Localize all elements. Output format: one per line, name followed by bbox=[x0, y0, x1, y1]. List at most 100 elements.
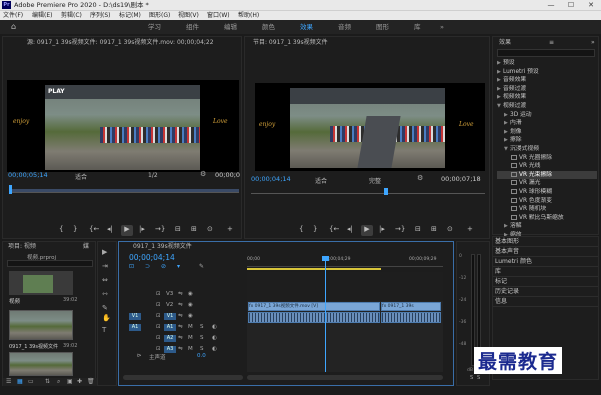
effects-tree-item[interactable]: VR 光线 bbox=[497, 162, 597, 171]
lock-icon[interactable]: ⊡ bbox=[156, 324, 161, 330]
master-value[interactable]: 0.0 bbox=[197, 353, 206, 359]
source-zoom-scrollbar[interactable] bbox=[9, 189, 239, 192]
effects-tree-item[interactable]: ▼ 沉浸式视频 bbox=[497, 145, 597, 154]
effects-tab[interactable]: 效果 bbox=[499, 38, 511, 48]
go-to-in-button[interactable]: {← bbox=[89, 225, 99, 233]
overwrite-button[interactable]: ⊞ bbox=[191, 225, 197, 233]
hand-tool-icon[interactable]: ✋ bbox=[102, 314, 111, 323]
track-target-a2[interactable]: A2 bbox=[164, 335, 176, 342]
workspace-tab-editing[interactable]: 编辑 bbox=[224, 20, 237, 34]
effects-tree-item[interactable]: ▶ 内滑 bbox=[497, 119, 597, 128]
workspace-tab-libraries[interactable]: 库 bbox=[414, 20, 421, 34]
workspace-tab-audio[interactable]: 音频 bbox=[338, 20, 351, 34]
section-essential-graphics[interactable]: 基本图形 bbox=[493, 237, 598, 247]
lock-icon[interactable]: ⊡ bbox=[156, 313, 161, 319]
program-playhead[interactable] bbox=[384, 188, 388, 195]
effects-tree-item[interactable]: ▶ 3D 运动 bbox=[497, 111, 597, 120]
project-item-name[interactable]: 视频 bbox=[9, 297, 20, 305]
step-back-button[interactable]: ◂| bbox=[347, 225, 353, 233]
program-monitor-tab[interactable]: 节目: 0917_1 39s视频文件 bbox=[253, 38, 328, 48]
section-lumetri-color[interactable]: Lumetri 颜色 bbox=[493, 257, 598, 267]
project-clip-thumb[interactable] bbox=[9, 310, 73, 340]
mark-in-button[interactable]: { bbox=[299, 225, 303, 233]
slip-tool-icon[interactable]: ⇿ bbox=[102, 290, 108, 299]
effects-tree-item[interactable]: VR 球形模糊 bbox=[497, 188, 597, 197]
wrench-icon[interactable]: ⚙ bbox=[417, 174, 423, 183]
linked-selection-icon[interactable]: ⊘ bbox=[161, 263, 166, 270]
mic-icon[interactable]: ◐ bbox=[212, 335, 217, 341]
workspace-tab-graphics[interactable]: 图形 bbox=[376, 20, 389, 34]
wrench-icon[interactable]: ⚙ bbox=[200, 170, 206, 179]
audio-clip-2[interactable] bbox=[381, 312, 441, 323]
step-back-button[interactable]: ◂| bbox=[107, 225, 113, 233]
snap-icon[interactable]: ⊃ bbox=[145, 263, 150, 270]
trash-icon[interactable]: 🗑 bbox=[87, 377, 95, 386]
solo-button[interactable]: S bbox=[200, 346, 204, 352]
mute-button[interactable]: M bbox=[188, 335, 193, 341]
sort-icon[interactable]: ⇅ bbox=[45, 377, 50, 386]
sync-lock-icon[interactable]: ⇋ bbox=[178, 335, 183, 341]
freeform-icon[interactable]: ▭ bbox=[28, 377, 34, 386]
effects-tree-item[interactable]: VR 随机块 bbox=[497, 205, 597, 214]
mark-in-button[interactable]: { bbox=[59, 225, 63, 233]
ripple-edit-tool-icon[interactable]: ⇔ bbox=[102, 276, 108, 285]
close-button[interactable]: ✕ bbox=[581, 0, 601, 10]
effects-tree-item[interactable]: VR 色度渐变 bbox=[497, 197, 597, 206]
mic-icon[interactable]: ◐ bbox=[212, 346, 217, 352]
effects-tree-item[interactable]: ▶ 溶解 bbox=[497, 222, 597, 231]
source-patch-v1[interactable]: V1 bbox=[129, 313, 141, 320]
mute-button[interactable]: M bbox=[188, 346, 193, 352]
workspace-tab-color[interactable]: 颜色 bbox=[262, 20, 275, 34]
program-time-ruler[interactable] bbox=[251, 187, 485, 194]
eye-icon[interactable]: ◉ bbox=[188, 302, 193, 308]
workspaces-more-icon[interactable]: » bbox=[440, 20, 444, 34]
workspace-tab-assembly[interactable]: 组件 bbox=[186, 20, 199, 34]
section-essential-sound[interactable]: 基本声音 bbox=[493, 247, 598, 257]
pen-tool-icon[interactable]: ✎ bbox=[102, 304, 108, 313]
source-fit-select[interactable]: 适合 bbox=[75, 172, 87, 181]
workspace-tab-learn[interactable]: 学习 bbox=[148, 20, 161, 34]
effects-tree-item[interactable]: ▶ 音频效果 bbox=[497, 76, 597, 85]
program-fit-select[interactable]: 适合 bbox=[315, 176, 327, 185]
solo-button[interactable]: S bbox=[200, 335, 204, 341]
source-zoom-select[interactable]: 1/2 bbox=[148, 172, 158, 179]
go-to-out-button[interactable]: →} bbox=[155, 225, 165, 233]
timeline-settings-icon[interactable]: ✎ bbox=[199, 263, 204, 270]
sync-lock-icon[interactable]: ⇋ bbox=[178, 302, 183, 308]
lock-icon[interactable]: ⊡ bbox=[156, 346, 161, 352]
selection-tool-icon[interactable]: ▶ bbox=[102, 248, 107, 257]
effects-tree-item[interactable]: VR 光束擦除 bbox=[497, 170, 597, 180]
search-bin-icon[interactable]: ⌕ bbox=[57, 377, 60, 386]
extract-button[interactable]: ⊞ bbox=[431, 225, 437, 233]
section-history[interactable]: 历史记录 bbox=[493, 287, 598, 297]
effects-search-input[interactable] bbox=[497, 49, 595, 57]
section-libraries[interactable]: 库 bbox=[493, 267, 598, 277]
track-target-v1[interactable]: V1 bbox=[164, 313, 176, 320]
effects-tree-item[interactable]: ▶ 划像 bbox=[497, 128, 597, 137]
sync-lock-icon[interactable]: ⇋ bbox=[178, 346, 183, 352]
source-patch-a1[interactable]: A1 bbox=[129, 324, 141, 331]
project-item-thumb[interactable] bbox=[9, 271, 73, 295]
go-to-out-button[interactable]: →} bbox=[395, 225, 405, 233]
audio-clip-1[interactable] bbox=[248, 312, 380, 323]
mark-out-button[interactable]: } bbox=[73, 225, 77, 233]
effects-tree-item[interactable]: VR 光圈擦除 bbox=[497, 154, 597, 163]
export-frame-button[interactable]: ⊙ bbox=[207, 225, 213, 233]
type-tool-icon[interactable]: T bbox=[102, 326, 106, 335]
track-target-a1[interactable]: A1 bbox=[164, 324, 176, 331]
project-search-input[interactable] bbox=[7, 260, 93, 267]
section-markers[interactable]: 标记 bbox=[493, 277, 598, 287]
track-target-a3[interactable]: A3 bbox=[164, 346, 176, 353]
project-tab[interactable]: 项目: 视频 bbox=[8, 242, 36, 252]
meter-solo-right[interactable]: S bbox=[477, 375, 480, 381]
timeline-timecode[interactable]: 00;00;04;14 bbox=[129, 253, 175, 262]
source-playhead[interactable] bbox=[9, 185, 12, 194]
section-info[interactable]: 信息 bbox=[493, 297, 598, 307]
solo-button[interactable]: S bbox=[200, 324, 204, 330]
source-add-button[interactable]: + bbox=[227, 225, 233, 233]
effects-tree-item[interactable]: ▶ 擦除 bbox=[497, 136, 597, 145]
program-timecode[interactable]: 00;00;04;14 bbox=[251, 175, 291, 183]
meter-solo-left[interactable]: S bbox=[470, 375, 473, 381]
program-quality-select[interactable]: 完整 bbox=[369, 176, 381, 185]
timeline-tab[interactable]: 0917_1 39s视频文件 bbox=[133, 242, 192, 252]
